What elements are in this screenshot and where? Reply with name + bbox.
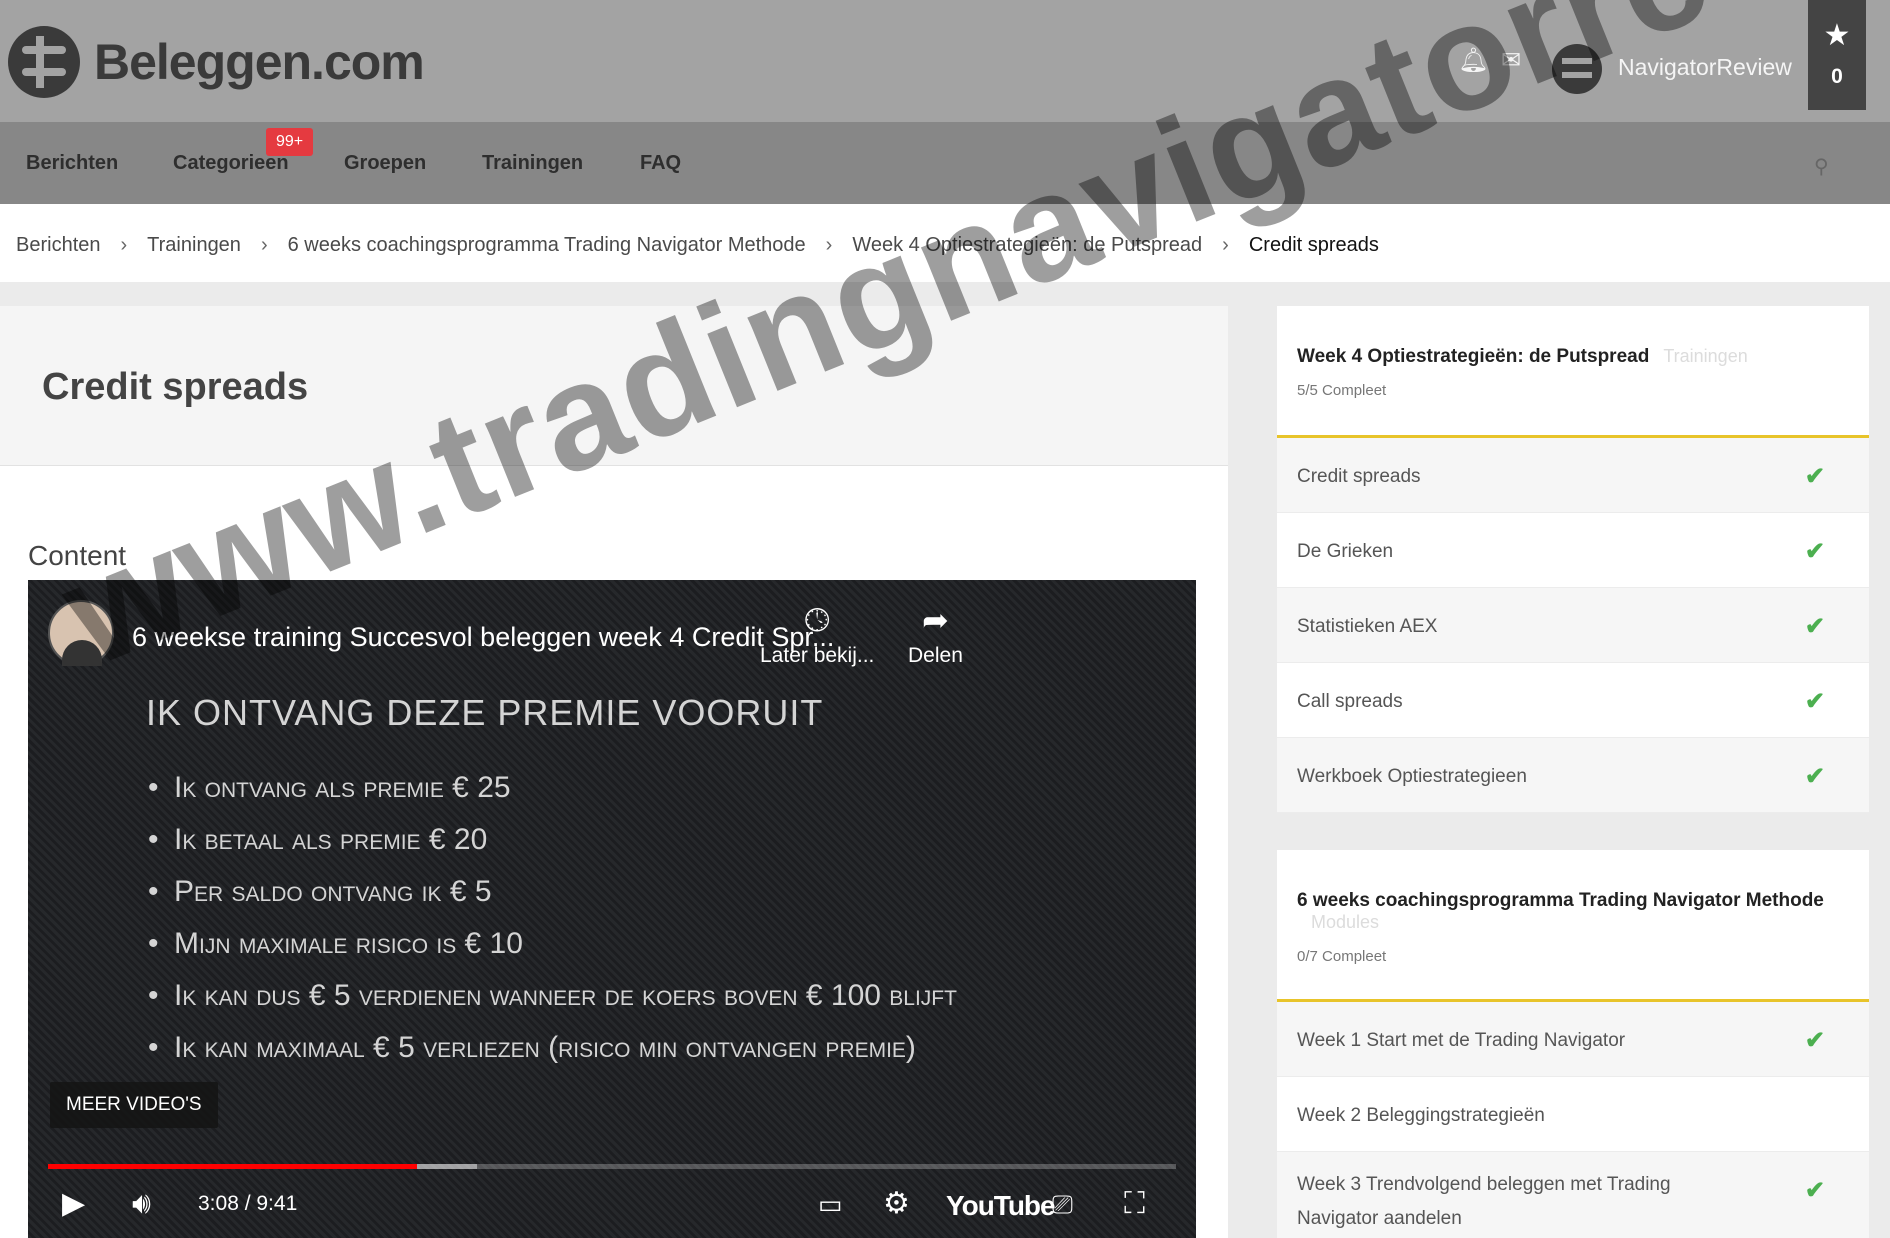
week-lesson-list: Credit spreads ✔ De Grieken ✔ Statistieken…: [1277, 438, 1869, 813]
slide-bullet: Ik ontvang als premie € 25: [148, 770, 1148, 806]
played-bar: [48, 1164, 417, 1169]
slide-bullets: Ik ontvang als premie € 25 Ik betaal als…: [148, 770, 1148, 1082]
logo-text: Beleggen.com: [94, 34, 425, 90]
breadcrumb-item[interactable]: 6 weeks coachingsprogramma Trading Navig…: [288, 234, 806, 257]
week-panel: Week 4 Optiestrategieën: de Putspread Tra…: [1277, 306, 1869, 813]
breadcrumb-item[interactable]: Berichten: [16, 234, 101, 257]
week-panel-tag: Trainingen: [1663, 346, 1748, 366]
fullscreen-icon[interactable]: ⛶: [1124, 1184, 1145, 1224]
video-progress-bar[interactable]: [48, 1164, 1176, 1169]
course-module-list: Week 1 Start met de Trading Navigator ✔ W…: [1277, 1002, 1869, 1238]
title-block: Credit spreads: [0, 306, 1228, 466]
notification-badge: 99+: [266, 128, 314, 156]
clock-icon: 🕓︎: [804, 602, 830, 638]
module-label: Week 3 Trendvolgend beleggen met Trading…: [1297, 1174, 1671, 1229]
check-icon: ✔: [1804, 538, 1825, 565]
breadcrumb-item[interactable]: Week 4 Optiestrategieën: de Putspread: [852, 234, 1202, 257]
search-icon[interactable]: ⚲: [1814, 156, 1836, 178]
top-header: Beleggen.com 🔔︎ ✉︎ NavigatorReview ★ 0: [0, 0, 1890, 122]
breadcrumb-separator: ›: [260, 234, 268, 256]
bell-icon[interactable]: 🔔︎: [1458, 48, 1488, 74]
favorites-count: 0: [1831, 65, 1843, 88]
course-panel-progress: 0/7 Compleet: [1297, 948, 1387, 965]
breadcrumb: Berichten › Trainingen › 6 weeks coachingspr…: [0, 204, 1890, 282]
check-icon: ✔: [1804, 763, 1825, 790]
nav-item-trainingen[interactable]: Trainingen: [482, 152, 583, 175]
favorites-button[interactable]: ★ 0: [1808, 0, 1866, 110]
lesson-item[interactable]: De Grieken ✔: [1277, 513, 1869, 588]
lesson-item[interactable]: Call spreads ✔: [1277, 663, 1869, 738]
watch-later-button[interactable]: 🕓︎ Later bekij...: [760, 600, 874, 668]
site-logo[interactable]: Beleggen.com: [8, 26, 425, 98]
slide-bullet: Ik betaal als premie € 20: [148, 822, 1148, 858]
video-time: 3:08 / 9:41: [198, 1192, 298, 1215]
breadcrumb-current: Credit spreads: [1248, 234, 1379, 256]
share-label: Delen: [908, 644, 963, 667]
week-panel-header: Week 4 Optiestrategieën: de Putspread Tra…: [1277, 306, 1869, 438]
lesson-label: Credit spreads: [1297, 466, 1421, 487]
username[interactable]: NavigatorReview: [1618, 54, 1792, 81]
video-player[interactable]: 6 weekse training Succesvol beleggen wee…: [28, 580, 1196, 1238]
breadcrumb-item[interactable]: Trainingen: [147, 234, 241, 257]
slide-bullet: Per saldo ontvang ik € 5: [148, 874, 1148, 910]
lesson-label: Statistieken AEX: [1297, 616, 1438, 637]
cast-icon[interactable]: ⎚: [1052, 1184, 1073, 1224]
breadcrumb-separator: ›: [120, 234, 128, 256]
user-avatar[interactable]: [1552, 44, 1602, 94]
logo-mark-icon: [8, 26, 80, 98]
slide-heading: IK ONTVANG DEZE PREMIE VOORUIT: [146, 692, 824, 733]
week-title-text[interactable]: Week 4 Optiestrategieën: de Putspread: [1297, 346, 1649, 367]
check-icon: ✔: [1804, 688, 1825, 715]
lesson-label: Werkboek Optiestrategieen: [1297, 766, 1527, 787]
watch-later-label: Later bekij...: [760, 644, 875, 667]
check-icon: ✔: [1804, 613, 1825, 640]
check-icon: ✔: [1804, 1027, 1825, 1054]
module-item[interactable]: Week 2 Beleggingstrategieën: [1277, 1077, 1869, 1152]
course-panel-header: 6 weeks coachingsprogramma Trading Navig…: [1277, 850, 1869, 1002]
lesson-content: Credit spreads Content 6 weekse training…: [0, 306, 1228, 1238]
slide-bullet: Ik kan dus € 5 verdienen wanneer de koer…: [148, 978, 1148, 1014]
course-panel-title[interactable]: 6 weeks coachingsprogramma Trading Navig…: [1297, 890, 1849, 934]
channel-avatar[interactable]: [48, 600, 114, 666]
volume-icon[interactable]: 🔊︎: [132, 1184, 151, 1224]
star-icon: ★: [1823, 19, 1851, 52]
week-panel-title[interactable]: Week 4 Optiestrategieën: de Putspread Tra…: [1297, 346, 1849, 368]
lesson-label: Call spreads: [1297, 691, 1403, 712]
youtube-logo[interactable]: YouTube: [946, 1190, 1056, 1222]
nav-item-berichten[interactable]: Berichten: [26, 152, 118, 175]
slide-bullet: Mijn maximale risico is € 10: [148, 926, 1148, 962]
lesson-label: De Grieken: [1297, 541, 1394, 562]
page-title: Credit spreads: [42, 366, 309, 408]
video-title[interactable]: 6 weekse training Succesvol beleggen wee…: [132, 622, 834, 653]
breadcrumb-separator: ›: [1222, 234, 1229, 256]
settings-gear-icon[interactable]: ⚙: [883, 1184, 910, 1224]
nav-item-groepen[interactable]: Groepen: [344, 152, 426, 175]
lesson-item[interactable]: Credit spreads ✔: [1277, 438, 1869, 513]
slide-bullet: Ik kan maximaal € 5 verliezen (risico mi…: [148, 1030, 1148, 1066]
course-panel-tag: Modules: [1311, 912, 1380, 932]
module-label: Week 2 Beleggingstrategieën: [1297, 1105, 1545, 1126]
week-panel-progress: 5/5 Compleet: [1297, 382, 1387, 399]
play-icon[interactable]: ▶: [62, 1184, 85, 1224]
share-button[interactable]: ➦ Delen: [908, 600, 963, 668]
check-icon: ✔: [1804, 463, 1825, 490]
check-icon: ✔: [1804, 1177, 1825, 1204]
module-item[interactable]: Week 3 Trendvolgend beleggen met Trading…: [1277, 1152, 1869, 1238]
lesson-item[interactable]: Statistieken AEX ✔: [1277, 588, 1869, 663]
inbox-icon[interactable]: ✉︎: [1498, 48, 1524, 74]
nav-item-faq[interactable]: FAQ: [640, 152, 681, 175]
more-videos-button[interactable]: MEER VIDEO'S: [50, 1082, 218, 1128]
course-panel: 6 weeks coachingsprogramma Trading Navig…: [1277, 850, 1869, 1238]
module-item[interactable]: Week 1 Start met de Trading Navigator ✔: [1277, 1002, 1869, 1077]
share-icon: ➦: [922, 602, 949, 638]
course-title-text[interactable]: 6 weeks coachingsprogramma Trading Navig…: [1297, 890, 1824, 911]
lesson-item[interactable]: Werkboek Optiestrategieen ✔: [1277, 738, 1869, 813]
subtitles-icon[interactable]: ▭: [818, 1184, 843, 1224]
module-label: Week 1 Start met de Trading Navigator: [1297, 1030, 1626, 1051]
breadcrumb-separator: ›: [825, 234, 833, 256]
section-label: Content: [28, 540, 127, 571]
